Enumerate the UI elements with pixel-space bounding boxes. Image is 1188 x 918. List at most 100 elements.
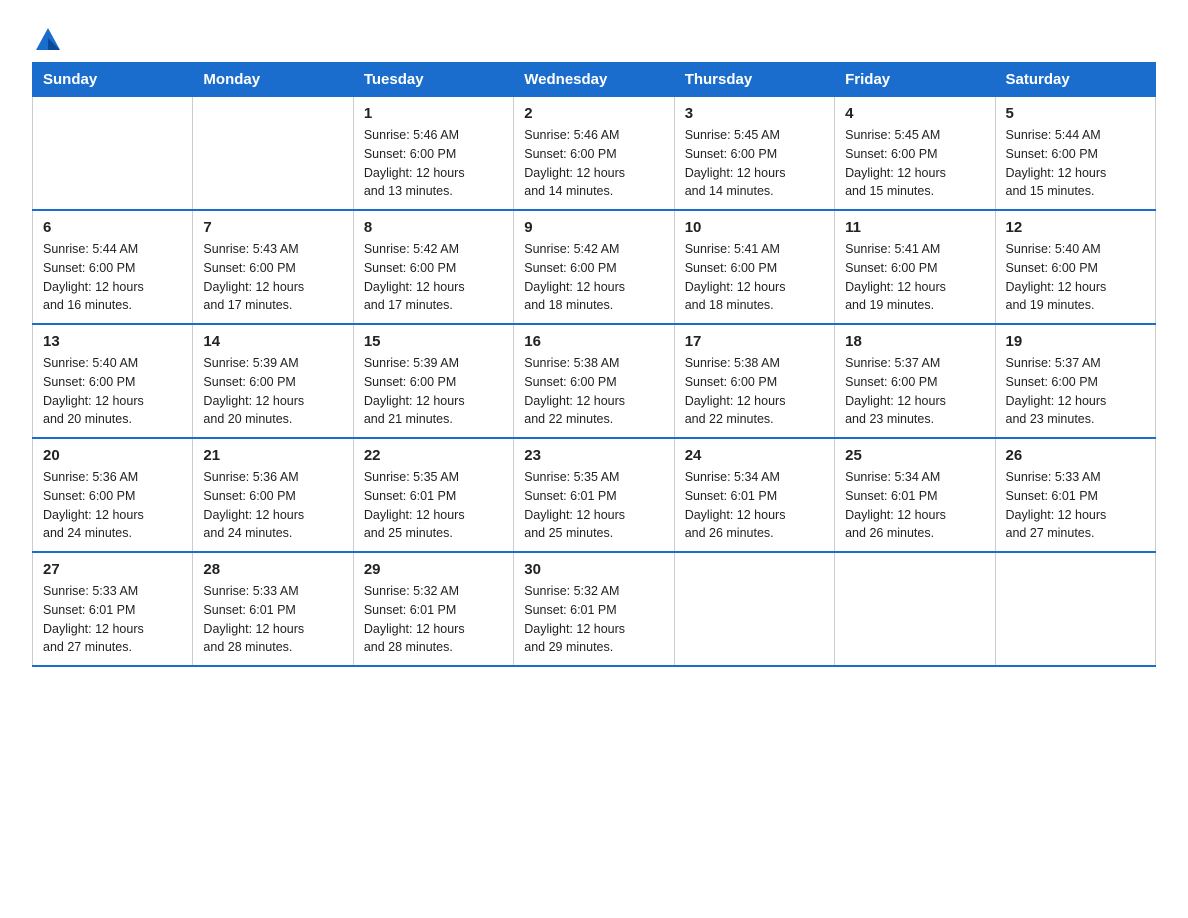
day-number: 30 <box>524 561 663 578</box>
day-number: 21 <box>203 447 342 464</box>
calendar-cell <box>33 97 193 211</box>
calendar-week-row: 6 Sunrise: 5:44 AM Sunset: 6:00 PM Daylig… <box>33 210 1156 324</box>
day-number: 15 <box>364 333 503 350</box>
day-number: 16 <box>524 333 663 350</box>
day-info: Sunrise: 5:33 AM Sunset: 6:01 PM Dayligh… <box>43 582 182 657</box>
calendar-cell: 13 Sunrise: 5:40 AM Sunset: 6:00 PM Dayli… <box>33 324 193 438</box>
day-number: 27 <box>43 561 182 578</box>
page-header <box>32 24 1156 52</box>
day-info: Sunrise: 5:43 AM Sunset: 6:00 PM Dayligh… <box>203 240 342 315</box>
calendar-cell: 16 Sunrise: 5:38 AM Sunset: 6:00 PM Dayli… <box>514 324 674 438</box>
logo-icon <box>34 24 62 52</box>
calendar-cell: 21 Sunrise: 5:36 AM Sunset: 6:00 PM Dayli… <box>193 438 353 552</box>
calendar-cell: 25Sunrise: 5:34 AM Sunset: 6:01 PM Dayli… <box>835 438 995 552</box>
day-info: Sunrise: 5:41 AM Sunset: 6:00 PM Dayligh… <box>685 240 824 315</box>
day-info: Sunrise: 5:46 AM Sunset: 6:00 PM Dayligh… <box>524 126 663 201</box>
day-info: Sunrise: 5:32 AM Sunset: 6:01 PM Dayligh… <box>524 582 663 657</box>
day-info: Sunrise: 5:36 AM Sunset: 6:00 PM Dayligh… <box>43 468 182 543</box>
day-number: 13 <box>43 333 182 350</box>
day-info: Sunrise: 5:45 AM Sunset: 6:00 PM Dayligh… <box>685 126 824 201</box>
calendar-cell: 18 Sunrise: 5:37 AM Sunset: 6:00 PM Dayli… <box>835 324 995 438</box>
day-info: Sunrise: 5:44 AM Sunset: 6:00 PM Dayligh… <box>43 240 182 315</box>
calendar-cell: 15 Sunrise: 5:39 AM Sunset: 6:00 PM Dayli… <box>353 324 513 438</box>
day-info: Sunrise: 5:33 AM Sunset: 6:01 PM Dayligh… <box>203 582 342 657</box>
calendar-cell: 26 Sunrise: 5:33 AM Sunset: 6:01 PM Dayli… <box>995 438 1155 552</box>
day-number: 29 <box>364 561 503 578</box>
day-number: 23 <box>524 447 663 464</box>
day-info: Sunrise: 5:45 AM Sunset: 6:00 PM Dayligh… <box>845 126 984 201</box>
weekday-header-tuesday: Tuesday <box>353 63 513 97</box>
day-number: 17 <box>685 333 824 350</box>
calendar-cell: 29 Sunrise: 5:32 AM Sunset: 6:01 PM Dayli… <box>353 552 513 666</box>
calendar-cell <box>193 97 353 211</box>
calendar-cell: 1 Sunrise: 5:46 AM Sunset: 6:00 PM Daylig… <box>353 97 513 211</box>
day-info: Sunrise: 5:40 AM Sunset: 6:00 PM Dayligh… <box>1006 240 1145 315</box>
weekday-header-friday: Friday <box>835 63 995 97</box>
calendar-cell: 22 Sunrise: 5:35 AM Sunset: 6:01 PM Dayli… <box>353 438 513 552</box>
day-info: Sunrise: 5:35 AM Sunset: 6:01 PM Dayligh… <box>364 468 503 543</box>
calendar-cell: 3 Sunrise: 5:45 AM Sunset: 6:00 PM Daylig… <box>674 97 834 211</box>
day-number: 9 <box>524 219 663 236</box>
day-number: 18 <box>845 333 984 350</box>
day-number: 19 <box>1006 333 1145 350</box>
day-info: Sunrise: 5:40 AM Sunset: 6:00 PM Dayligh… <box>43 354 182 429</box>
calendar-cell: 14 Sunrise: 5:39 AM Sunset: 6:00 PM Dayli… <box>193 324 353 438</box>
day-number: 14 <box>203 333 342 350</box>
calendar-cell: 30 Sunrise: 5:32 AM Sunset: 6:01 PM Dayli… <box>514 552 674 666</box>
calendar-cell: 6 Sunrise: 5:44 AM Sunset: 6:00 PM Daylig… <box>33 210 193 324</box>
day-number: 4 <box>845 105 984 122</box>
day-number: 26 <box>1006 447 1145 464</box>
day-number: 28 <box>203 561 342 578</box>
day-info: Sunrise: 5:34 AM Sunset: 6:01 PM Dayligh… <box>685 468 824 543</box>
day-number: 24 <box>685 447 824 464</box>
day-info: Sunrise: 5:41 AM Sunset: 6:00 PM Dayligh… <box>845 240 984 315</box>
calendar-cell: 27 Sunrise: 5:33 AM Sunset: 6:01 PM Dayli… <box>33 552 193 666</box>
calendar-table: SundayMondayTuesdayWednesdayThursdayFrid… <box>32 62 1156 667</box>
day-number: 5 <box>1006 105 1145 122</box>
calendar-cell: 24 Sunrise: 5:34 AM Sunset: 6:01 PM Dayli… <box>674 438 834 552</box>
day-info: Sunrise: 5:35 AM Sunset: 6:01 PM Dayligh… <box>524 468 663 543</box>
day-number: 3 <box>685 105 824 122</box>
calendar-cell <box>674 552 834 666</box>
calendar-cell: 12 Sunrise: 5:40 AM Sunset: 6:00 PM Dayli… <box>995 210 1155 324</box>
day-info: Sunrise: 5:42 AM Sunset: 6:00 PM Dayligh… <box>364 240 503 315</box>
day-info: Sunrise: 5:33 AM Sunset: 6:01 PM Dayligh… <box>1006 468 1145 543</box>
calendar-cell: 4 Sunrise: 5:45 AM Sunset: 6:00 PM Daylig… <box>835 97 995 211</box>
calendar-cell: 10 Sunrise: 5:41 AM Sunset: 6:00 PM Dayli… <box>674 210 834 324</box>
weekday-header-wednesday: Wednesday <box>514 63 674 97</box>
calendar-cell: 9 Sunrise: 5:42 AM Sunset: 6:00 PM Daylig… <box>514 210 674 324</box>
calendar-cell: 11 Sunrise: 5:41 AM Sunset: 6:00 PM Dayli… <box>835 210 995 324</box>
calendar-cell: 5Sunrise: 5:44 AM Sunset: 6:00 PM Daylig… <box>995 97 1155 211</box>
day-info: Sunrise: 5:37 AM Sunset: 6:00 PM Dayligh… <box>1006 354 1145 429</box>
calendar-week-row: 13 Sunrise: 5:40 AM Sunset: 6:00 PM Dayli… <box>33 324 1156 438</box>
day-info: Sunrise: 5:46 AM Sunset: 6:00 PM Dayligh… <box>364 126 503 201</box>
day-info: Sunrise: 5:38 AM Sunset: 6:00 PM Dayligh… <box>524 354 663 429</box>
weekday-header-saturday: Saturday <box>995 63 1155 97</box>
calendar-cell: 20Sunrise: 5:36 AM Sunset: 6:00 PM Dayli… <box>33 438 193 552</box>
day-number: 7 <box>203 219 342 236</box>
calendar-cell <box>835 552 995 666</box>
day-number: 10 <box>685 219 824 236</box>
day-info: Sunrise: 5:39 AM Sunset: 6:00 PM Dayligh… <box>203 354 342 429</box>
day-number: 8 <box>364 219 503 236</box>
day-number: 6 <box>43 219 182 236</box>
day-number: 22 <box>364 447 503 464</box>
day-number: 2 <box>524 105 663 122</box>
day-info: Sunrise: 5:42 AM Sunset: 6:00 PM Dayligh… <box>524 240 663 315</box>
calendar-week-row: 20Sunrise: 5:36 AM Sunset: 6:00 PM Dayli… <box>33 438 1156 552</box>
day-number: 25 <box>845 447 984 464</box>
day-number: 11 <box>845 219 984 236</box>
day-number: 1 <box>364 105 503 122</box>
day-info: Sunrise: 5:32 AM Sunset: 6:01 PM Dayligh… <box>364 582 503 657</box>
day-number: 12 <box>1006 219 1145 236</box>
day-info: Sunrise: 5:36 AM Sunset: 6:00 PM Dayligh… <box>203 468 342 543</box>
calendar-week-row: 27 Sunrise: 5:33 AM Sunset: 6:01 PM Dayli… <box>33 552 1156 666</box>
calendar-cell: 19 Sunrise: 5:37 AM Sunset: 6:00 PM Dayli… <box>995 324 1155 438</box>
day-info: Sunrise: 5:38 AM Sunset: 6:00 PM Dayligh… <box>685 354 824 429</box>
day-info: Sunrise: 5:37 AM Sunset: 6:00 PM Dayligh… <box>845 354 984 429</box>
weekday-header-thursday: Thursday <box>674 63 834 97</box>
day-info: Sunrise: 5:39 AM Sunset: 6:00 PM Dayligh… <box>364 354 503 429</box>
logo <box>32 24 62 52</box>
weekday-header-row: SundayMondayTuesdayWednesdayThursdayFrid… <box>33 63 1156 97</box>
calendar-cell: 28 Sunrise: 5:33 AM Sunset: 6:01 PM Dayli… <box>193 552 353 666</box>
